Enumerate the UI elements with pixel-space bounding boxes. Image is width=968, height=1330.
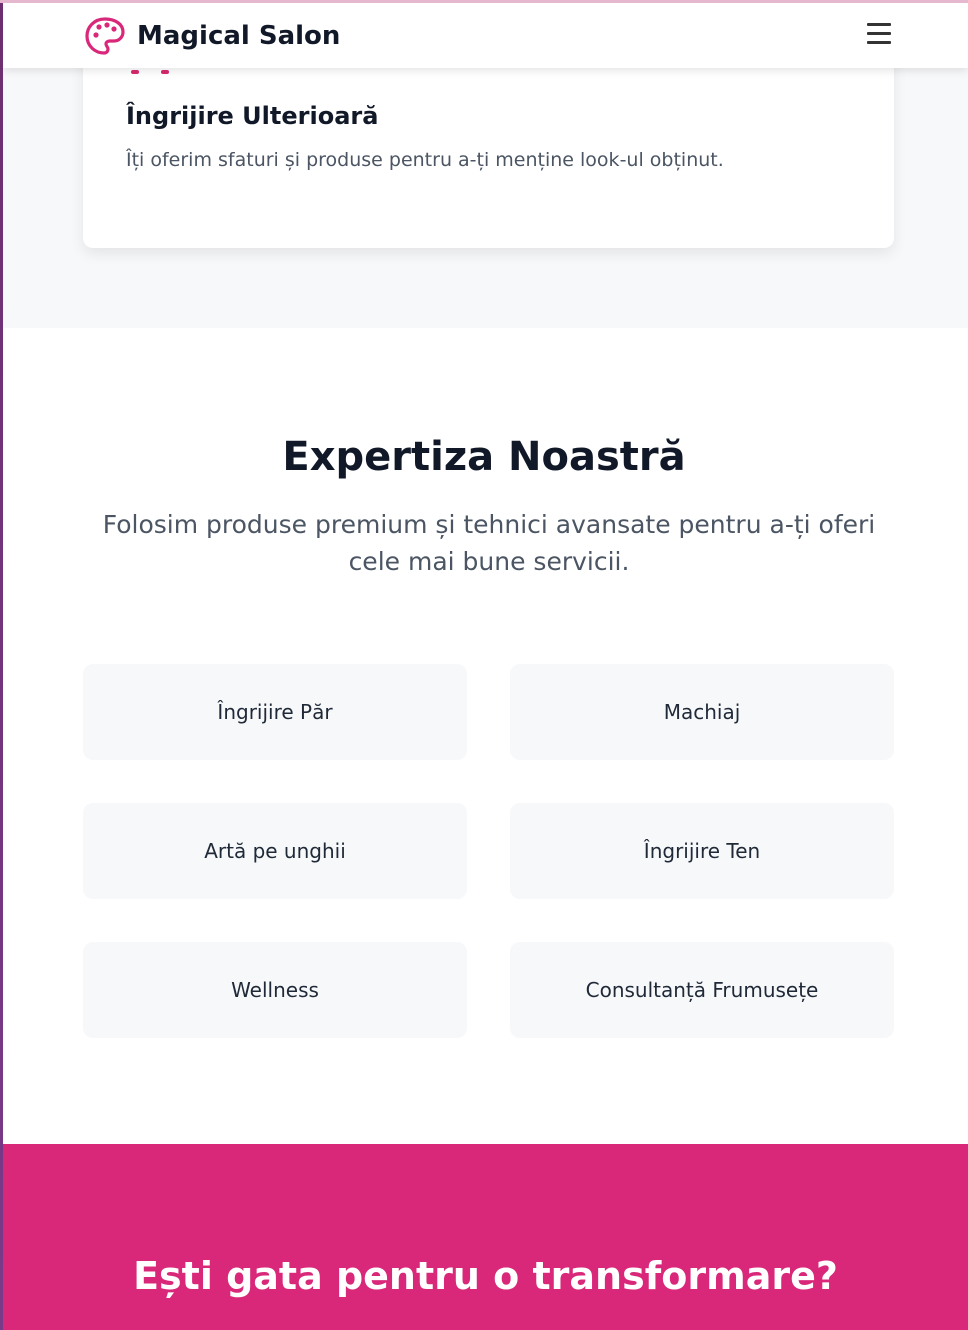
expertise-item-skin-care: Îngrijire Ten — [510, 803, 894, 899]
cta-section: Ești gata pentru o transformare? — [3, 1144, 968, 1330]
expertise-item-nail-art: Artă pe unghii — [83, 803, 467, 899]
expertise-item-makeup: Machiaj — [510, 664, 894, 760]
palette-icon[interactable] — [84, 16, 126, 56]
menu-line — [867, 31, 891, 35]
step-icon-fragment — [131, 70, 139, 74]
expertise-item-wellness: Wellness — [83, 942, 467, 1038]
brand-name[interactable]: Magical Salon — [137, 19, 340, 53]
menu-line — [867, 40, 891, 44]
step-icon-fragment — [161, 70, 169, 74]
cta-title: Ești gata pentru o transformare? — [133, 1254, 838, 1298]
window-left-border — [0, 0, 3, 1330]
section-subtitle: Folosim produse premium și tehnici avans… — [102, 510, 876, 576]
menu-line — [867, 23, 891, 26]
site-header: Magical Salon — [3, 3, 968, 68]
expertise-item-beauty-consulting: Consultanță Frumusețe — [510, 942, 894, 1038]
card-description: Îți oferim sfaturi și produse pentru a-ț… — [126, 149, 724, 171]
card-title: Îngrijire Ulterioară — [126, 102, 379, 130]
process-section: Îngrijire Ulterioară Îți oferim sfaturi … — [3, 28, 968, 328]
expertise-item-hair-care: Îngrijire Păr — [83, 664, 467, 760]
section-title: Expertiza Noastră — [282, 434, 686, 480]
window-top-border — [0, 0, 968, 3]
hamburger-menu-icon[interactable] — [865, 23, 893, 47]
